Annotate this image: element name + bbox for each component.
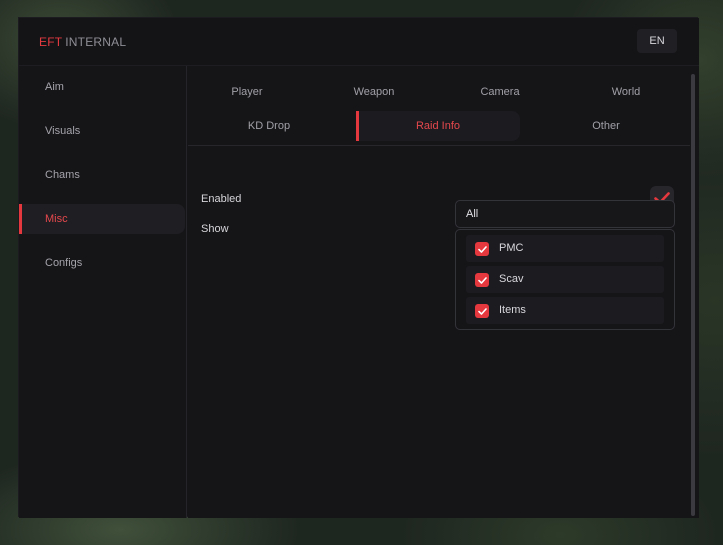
tab-weapon[interactable]: Weapon [314,77,434,107]
sidebar-item-visuals[interactable]: Visuals [19,116,185,146]
language-button[interactable]: EN [637,29,677,53]
tab-player[interactable]: Player [188,77,306,107]
check-icon [477,307,487,315]
sidebar-item-chams[interactable]: Chams [19,160,185,190]
title-bar: EFT INTERNAL EN [19,18,699,66]
pmc-checkbox[interactable] [475,242,489,256]
sidebar: Aim Visuals Chams Misc Configs [19,66,187,518]
items-label: Items [499,304,526,316]
show-dropdown: PMC Scav Items [455,229,675,330]
content-scrollbar[interactable] [691,74,695,516]
tab-camera[interactable]: Camera [440,77,560,107]
scav-checkbox[interactable] [475,273,489,287]
option-pmc[interactable]: PMC [466,235,664,262]
scav-label: Scav [499,273,524,285]
tab-kd-drop[interactable]: KD Drop [188,111,350,141]
tab-world[interactable]: World [566,77,686,107]
app-window: EFT INTERNAL EN Aim Visuals Chams Misc Co… [18,17,699,518]
enabled-label: Enabled [201,193,242,205]
main-content: Player Weapon Camera World KD Drop Raid … [188,66,699,518]
pmc-label: PMC [499,242,524,254]
items-checkbox[interactable] [475,304,489,318]
sidebar-item-aim[interactable]: Aim [19,72,185,102]
brand-accent: EFT [39,35,63,49]
check-icon [477,245,487,253]
tab-other[interactable]: Other [524,111,688,141]
show-select[interactable]: All [455,200,675,228]
show-label: Show [201,223,229,235]
check-icon [477,276,487,284]
tab-bar: Player Weapon Camera World KD Drop Raid … [188,66,690,146]
brand-rest: INTERNAL [65,35,127,49]
option-items[interactable]: Items [466,297,664,324]
app-brand: EFT INTERNAL [39,35,126,49]
sidebar-item-configs[interactable]: Configs [19,248,185,278]
sidebar-item-misc[interactable]: Misc [19,204,185,234]
option-scav[interactable]: Scav [466,266,664,293]
tab-raid-info[interactable]: Raid Info [356,111,520,141]
